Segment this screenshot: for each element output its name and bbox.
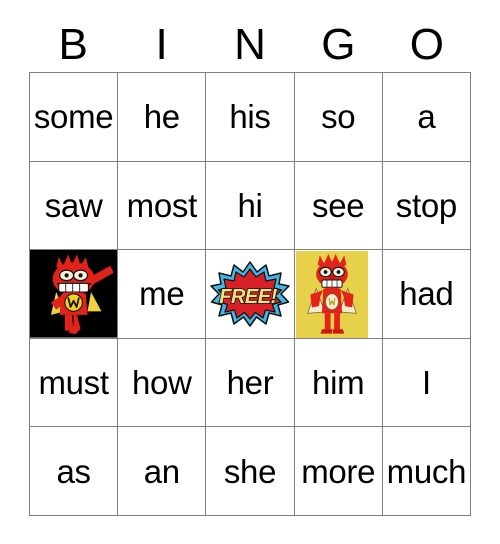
bingo-cell-r4c5[interactable]: I: [382, 338, 471, 428]
bingo-cell-label: saw: [44, 186, 103, 224]
bingo-cell-r5c2[interactable]: an: [118, 427, 207, 516]
bingo-grid: some he his so a saw most hi see stop me…: [29, 72, 471, 516]
bingo-cell-label: had: [399, 275, 454, 313]
bingo-cell-label: her: [226, 364, 274, 402]
bingo-cell-r5c5[interactable]: much: [382, 427, 471, 516]
bingo-cell-free-space[interactable]: FREE!: [206, 250, 295, 339]
bingo-header-letter-g: G: [321, 20, 356, 69]
bingo-cell-label: stop: [395, 186, 457, 224]
bingo-cell-label: how: [131, 364, 192, 402]
bingo-cell-r5c4[interactable]: more: [294, 427, 383, 516]
free-space-starburst-icon: FREE!: [210, 261, 290, 327]
bingo-cell-r1c2[interactable]: he: [118, 73, 207, 162]
bingo-cell-r2c4[interactable]: see: [294, 161, 383, 251]
bingo-cell-r1c4[interactable]: so: [294, 73, 383, 162]
bingo-cell-r1c1[interactable]: some: [30, 73, 119, 162]
bingo-cell-r4c1[interactable]: must: [30, 338, 119, 428]
free-space-text: FREE!: [219, 286, 277, 308]
bingo-header-letter-n: N: [234, 20, 266, 69]
bingo-cell-r1c3[interactable]: his: [206, 73, 295, 162]
bingo-cell-label: see: [312, 186, 365, 224]
bingo-cell-r2c2[interactable]: most: [118, 161, 207, 251]
bingo-cell-r3c4[interactable]: [294, 250, 383, 339]
bingo-cell-label: most: [126, 186, 198, 224]
bingo-cell-label: so: [321, 98, 356, 136]
bingo-cell-r3c1[interactable]: [30, 250, 119, 339]
bingo-header-letter-b: B: [58, 20, 88, 69]
bingo-header-letter-i: I: [155, 20, 168, 69]
bingo-cell-r5c1[interactable]: as: [30, 427, 119, 516]
bingo-header-letter-o: O: [409, 20, 444, 69]
bingo-cell-r4c2[interactable]: how: [118, 338, 207, 428]
bingo-cell-label: some: [33, 98, 114, 136]
red-superhero-black-background-icon: [30, 250, 118, 338]
bingo-card: B I N G O some he his so a saw most hi s…: [0, 0, 500, 544]
bingo-cell-r1c5[interactable]: a: [382, 73, 471, 162]
bingo-cell-label: his: [229, 98, 271, 136]
bingo-cell-label: more: [301, 452, 376, 490]
bingo-cell-r4c3[interactable]: her: [206, 338, 295, 428]
bingo-cell-r2c3[interactable]: hi: [206, 161, 295, 251]
bingo-cell-label: a: [417, 98, 436, 136]
bingo-cell-r2c5[interactable]: stop: [382, 161, 471, 251]
bingo-cell-label: me: [139, 275, 185, 313]
bingo-cell-r2c1[interactable]: saw: [30, 161, 119, 251]
bingo-cell-label: as: [56, 452, 91, 490]
bingo-header-row: B I N G O: [29, 18, 471, 72]
bingo-cell-label: must: [38, 364, 109, 402]
bingo-cell-label: she: [223, 452, 277, 490]
bingo-cell-label: an: [143, 452, 180, 490]
red-superhero-yellow-background-icon: [295, 251, 368, 338]
bingo-cell-label: I: [421, 364, 431, 402]
bingo-cell-r4c4[interactable]: him: [294, 338, 383, 428]
bingo-cell-r3c2[interactable]: me: [118, 250, 207, 339]
bingo-cell-label: much: [386, 452, 467, 490]
bingo-cell-label: hi: [237, 186, 263, 224]
bingo-cell-label: he: [143, 98, 180, 136]
bingo-cell-r3c5[interactable]: had: [382, 250, 471, 339]
bingo-cell-r5c3[interactable]: she: [206, 427, 295, 516]
bingo-cell-label: him: [312, 364, 365, 402]
